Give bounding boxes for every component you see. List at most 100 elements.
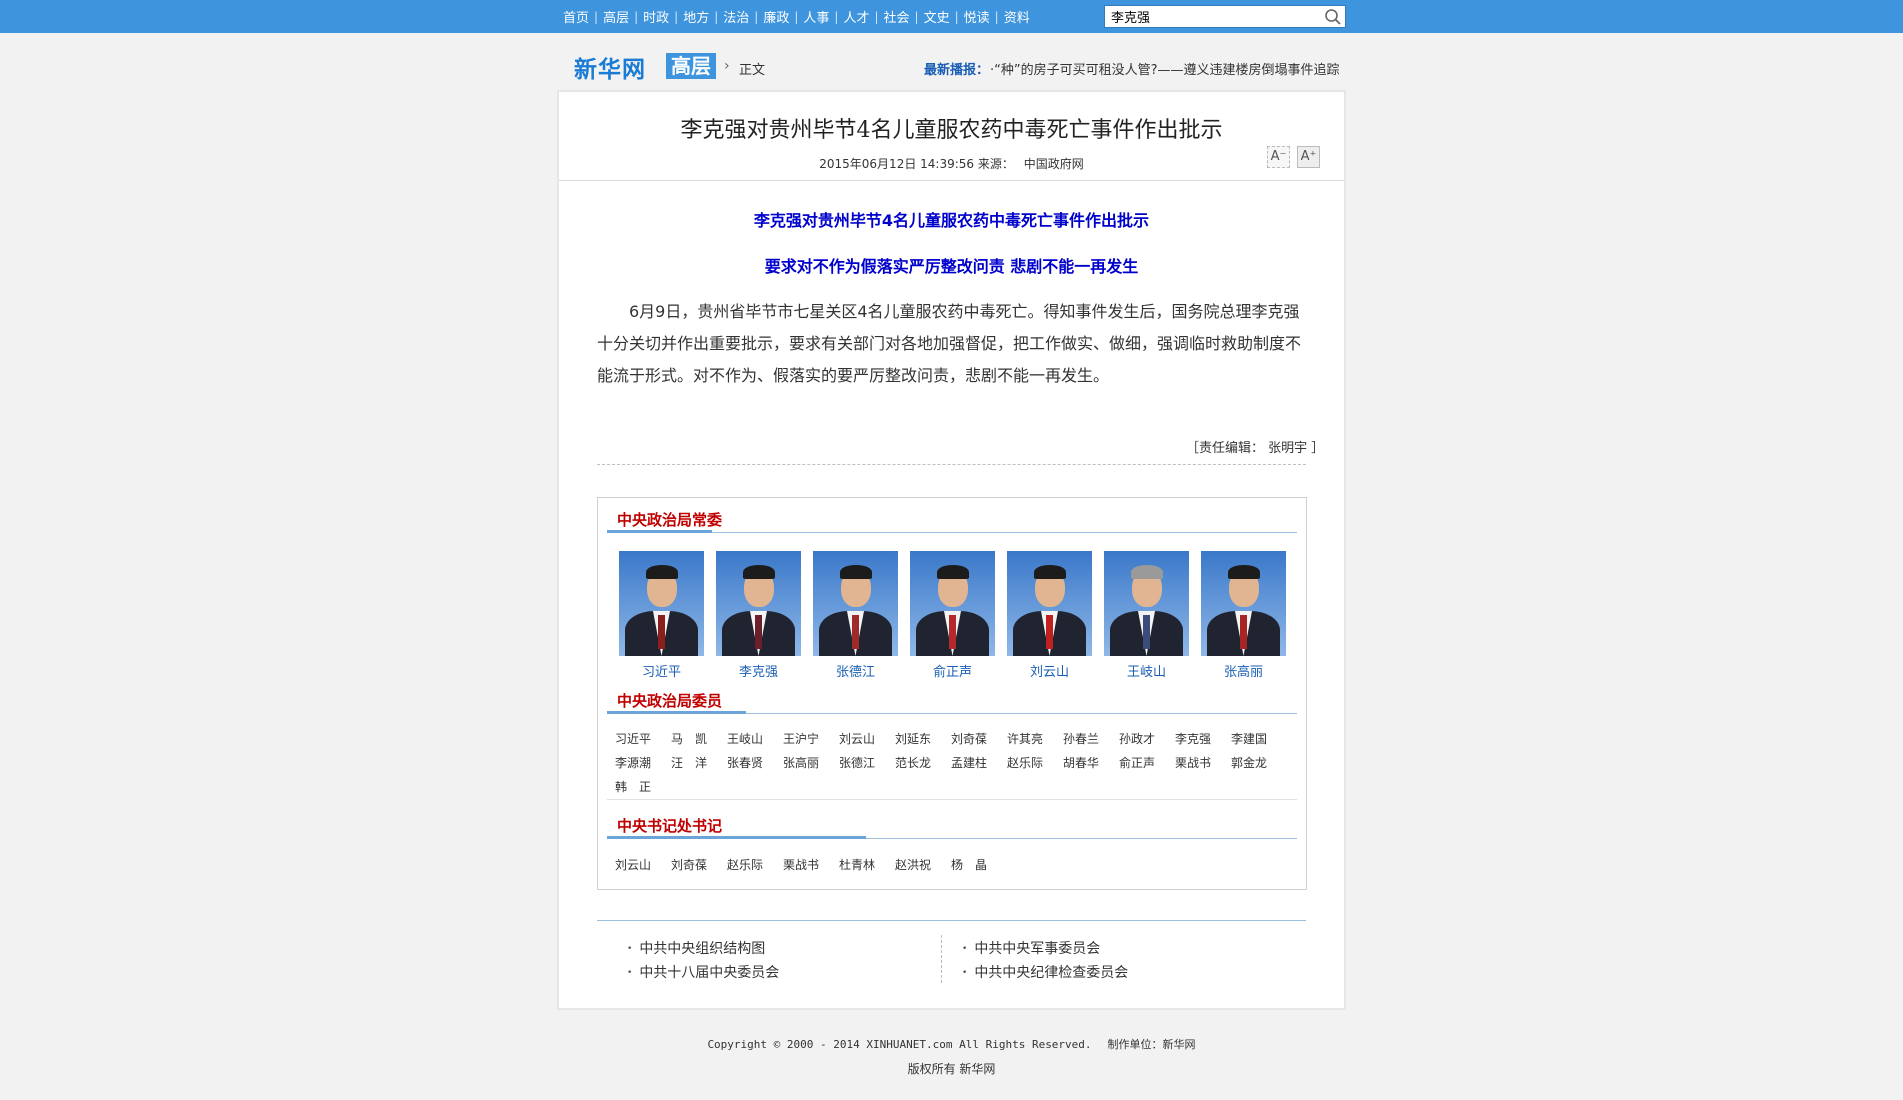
font-decrease-button[interactable]: A⁻ [1267,146,1290,168]
section-title: 中央政治局委员 [617,692,723,710]
nav-item-law[interactable]: 法治 [718,7,754,26]
search-input[interactable] [1105,6,1315,27]
standing-committee-header: 中央政治局常委 [607,503,1297,533]
leader-card[interactable]: 张高丽 [1201,551,1286,680]
member-name[interactable]: 赵洪祝 [895,856,951,873]
member-name[interactable]: 赵乐际 [1007,754,1063,771]
member-name[interactable]: 许其亮 [1007,730,1063,747]
leader-name[interactable]: 张德江 [813,661,898,680]
nav-item-local[interactable]: 地方 [678,7,714,26]
divider [941,935,942,983]
member-name[interactable]: 韩 正 [615,778,671,795]
secretariat-list: 刘云山 刘奇葆 赵乐际 栗战书 杜青林 赵洪祝杨 晶 [615,856,1007,873]
site-logo[interactable]: 新华网 [574,50,646,84]
leader-card[interactable]: 习近平 [619,551,704,680]
divider [597,464,1306,465]
leader-card[interactable]: 刘云山 [1007,551,1092,680]
source-label: 来源： [977,157,1014,171]
member-name[interactable]: 王岐山 [727,730,783,747]
nav-item-history[interactable]: 文史 [919,7,955,26]
member-name[interactable]: 马 凯 [671,730,727,747]
search-icon[interactable] [1324,8,1342,26]
member-name[interactable]: 栗战书 [783,856,839,873]
member-name[interactable]: 习近平 [615,730,671,747]
divider [559,180,1344,181]
related-links-right: 中共中央军事委员会 中共中央纪律检查委员会 [962,937,1128,985]
member-name[interactable]: 俞正声 [1119,754,1175,771]
related-link[interactable]: 中共中央军事委员会 [962,937,1128,961]
member-list: 李源潮汪 洋张春贤 张高丽 张德江 范长龙 孟建柱 赵乐际 胡春华 俞正声 栗战书 郭金龙 [615,754,1287,771]
nav-item-reading[interactable]: 悦读 [959,7,995,26]
article-title: 李克强对贵州毕节4名儿童服农药中毒死亡事件作出批示 [680,118,1223,143]
nav-item-talent[interactable]: 人才 [838,7,874,26]
divider [607,836,866,839]
divider [597,920,1306,921]
latest-news-ticker[interactable]: ·“种”的房子可买可租没人管?——遵义违建楼房倒塌事件追踪 [990,59,1340,78]
member-name[interactable]: 李克强 [1175,730,1231,747]
member-name[interactable]: 胡春华 [1063,754,1119,771]
member-name[interactable]: 孟建柱 [951,754,1007,771]
leader-photo[interactable] [1104,551,1189,656]
related-link[interactable]: 中共十八届中央委员会 [627,961,779,985]
related-links-left: 中共中央组织结构图 中共十八届中央委员会 [627,937,779,985]
leader-name[interactable]: 王岐山 [1104,661,1189,680]
member-name[interactable]: 孙春兰 [1063,730,1119,747]
member-name[interactable]: 李建国 [1231,730,1287,747]
member-name[interactable]: 栗战书 [1175,754,1231,771]
member-name[interactable]: 刘云山 [615,856,671,873]
latest-news-label: 最新播报： [924,63,990,78]
nav-item-politics[interactable]: 时政 [638,7,674,26]
section-title: 中央政治局常委 [617,511,723,529]
leader-name[interactable]: 李克强 [716,661,801,680]
leader-photo[interactable] [1201,551,1286,656]
member-name[interactable]: 张德江 [839,754,895,771]
leader-name[interactable]: 刘云山 [1007,661,1092,680]
chevron-right-icon: › [724,58,730,74]
section-tag[interactable]: 高层 [666,53,716,79]
member-name[interactable]: 孙政才 [1119,730,1175,747]
leader-name[interactable]: 张高丽 [1201,661,1286,680]
nav-item-archive[interactable]: 资料 [999,7,1035,26]
leader-name[interactable]: 俞正声 [910,661,995,680]
member-name[interactable]: 汪 洋 [671,754,727,771]
section-title: 中央书记处书记 [617,817,723,835]
member-name[interactable]: 张春贤 [727,754,783,771]
font-increase-button[interactable]: A⁺ [1297,146,1320,168]
leader-photo[interactable] [813,551,898,656]
leader-photo[interactable] [716,551,801,656]
member-name[interactable]: 刘云山 [839,730,895,747]
leader-photo[interactable] [910,551,995,656]
leader-card[interactable]: 张德江 [813,551,898,680]
search-box [1104,5,1346,28]
copyright-text: Copyright © 2000 - 2014 XINHUANET.com Al… [707,1038,1092,1051]
nav-item-home[interactable]: 首页 [558,7,594,26]
member-name[interactable]: 李源潮 [615,754,671,771]
member-name[interactable]: 郭金龙 [1231,754,1287,771]
member-name[interactable]: 张高丽 [783,754,839,771]
leader-photo[interactable] [1007,551,1092,656]
nav-item-leaders[interactable]: 高层 [598,7,634,26]
leader-name[interactable]: 习近平 [619,661,704,680]
member-name[interactable]: 范长龙 [895,754,951,771]
leader-card[interactable]: 王岐山 [1104,551,1189,680]
maker-text: 制作单位：新华网 [1107,1038,1196,1051]
related-link[interactable]: 中共中央纪律检查委员会 [962,961,1128,985]
leader-card[interactable]: 李克强 [716,551,801,680]
nav-item-anticorruption[interactable]: 廉政 [758,7,794,26]
leader-photo[interactable] [619,551,704,656]
article-body: 6月9日，贵州省毕节市七星关区4名儿童服农药中毒死亡。得知事件发生后，国务院总理… [597,302,1302,385]
leader-card[interactable]: 俞正声 [910,551,995,680]
article-date: 2015年06月12日 14:39:56 [819,157,975,171]
member-name[interactable]: 刘奇葆 [671,856,727,873]
member-name[interactable]: 王沪宁 [783,730,839,747]
nav-item-society[interactable]: 社会 [879,7,915,26]
member-name[interactable]: 杜青林 [839,856,895,873]
related-link[interactable]: 中共中央组织结构图 [627,937,779,961]
member-name[interactable]: 赵乐际 [727,856,783,873]
nav-item-personnel[interactable]: 人事 [798,7,834,26]
member-name[interactable]: 刘延东 [895,730,951,747]
member-name[interactable]: 杨 晶 [951,856,1007,873]
leader-photos: 习近平 李克强 张德江 俞正声 刘云山 王岐山 张高丽 [619,551,1289,680]
member-name[interactable]: 刘奇葆 [951,730,1007,747]
member-list: 韩 正 [615,778,671,795]
